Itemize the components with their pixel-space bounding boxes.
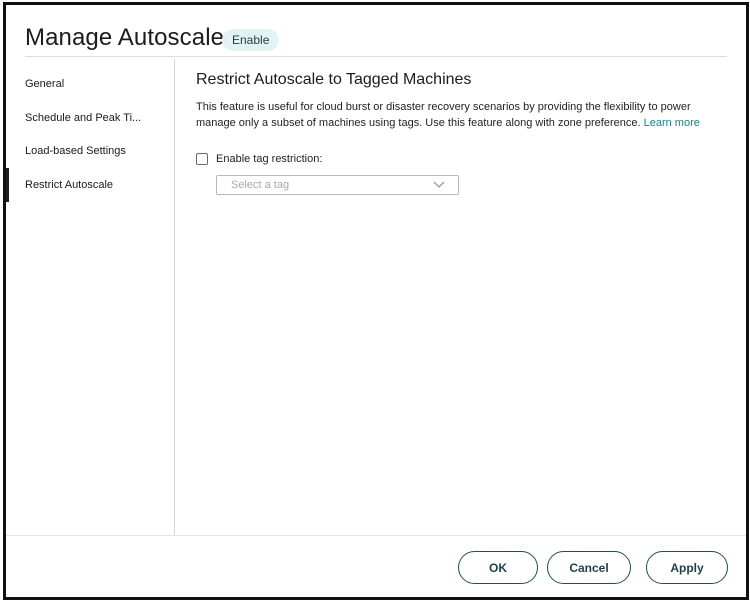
sidebar-item-load-based-settings[interactable]: Load-based Settings <box>6 134 174 168</box>
description-text: This feature is useful for cloud burst o… <box>196 101 691 129</box>
dialog-footer: OK Cancel Apply <box>6 535 746 598</box>
tag-restriction-row: Enable tag restriction: <box>196 151 322 167</box>
cancel-button[interactable]: Cancel <box>547 551 631 584</box>
sidebar-item-restrict-autoscale[interactable]: Restrict Autoscale <box>6 168 174 202</box>
sidebar-nav: General Schedule and Peak Ti... Load-bas… <box>6 59 175 535</box>
manage-autoscale-dialog: Manage Autoscale Enable General Schedule… <box>3 2 749 600</box>
dialog-header: Manage Autoscale Enable <box>6 5 746 59</box>
section-description: This feature is useful for cloud burst o… <box>196 99 724 131</box>
chevron-down-icon <box>433 181 445 188</box>
sidebar-item-schedule-and-peak-times[interactable]: Schedule and Peak Ti... <box>6 101 174 135</box>
enable-tag-restriction-label: Enable tag restriction: <box>216 153 323 165</box>
dialog-title: Manage Autoscale <box>25 24 225 51</box>
learn-more-link[interactable]: Learn more <box>644 117 700 129</box>
sidebar-item-general[interactable]: General <box>6 67 174 101</box>
tag-select-placeholder: Select a tag <box>231 179 290 191</box>
header-divider <box>25 56 727 57</box>
apply-button[interactable]: Apply <box>646 551 728 584</box>
enable-tag-restriction-checkbox[interactable] <box>196 153 208 165</box>
ok-button[interactable]: OK <box>458 551 538 584</box>
tag-select-dropdown[interactable]: Select a tag <box>216 175 459 195</box>
section-title: Restrict Autoscale to Tagged Machines <box>196 71 472 88</box>
status-badge: Enable <box>222 29 280 51</box>
